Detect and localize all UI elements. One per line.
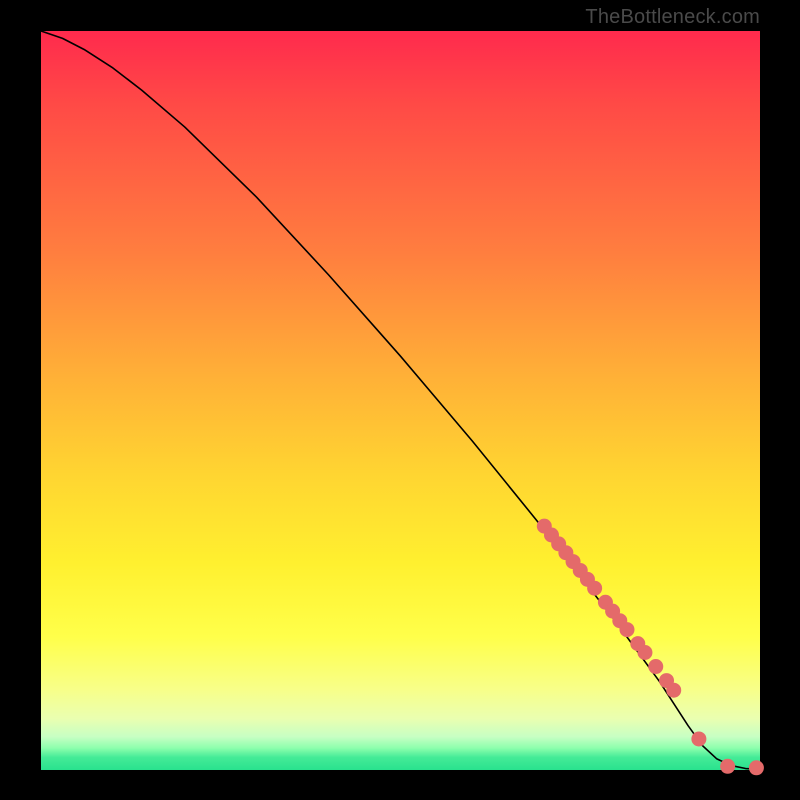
data-point: [619, 622, 634, 637]
data-point: [648, 659, 663, 674]
data-point: [691, 731, 706, 746]
attribution-label: TheBottleneck.com: [585, 6, 760, 29]
chart-frame: TheBottleneck.com: [0, 0, 800, 800]
data-point: [637, 645, 652, 660]
data-point: [749, 760, 764, 775]
plot-area: [41, 31, 760, 770]
data-point: [720, 759, 735, 774]
chart-svg: [41, 31, 760, 770]
marker-layer: [537, 519, 764, 776]
data-point: [666, 683, 681, 698]
data-point: [587, 581, 602, 596]
curve-line: [41, 31, 760, 769]
